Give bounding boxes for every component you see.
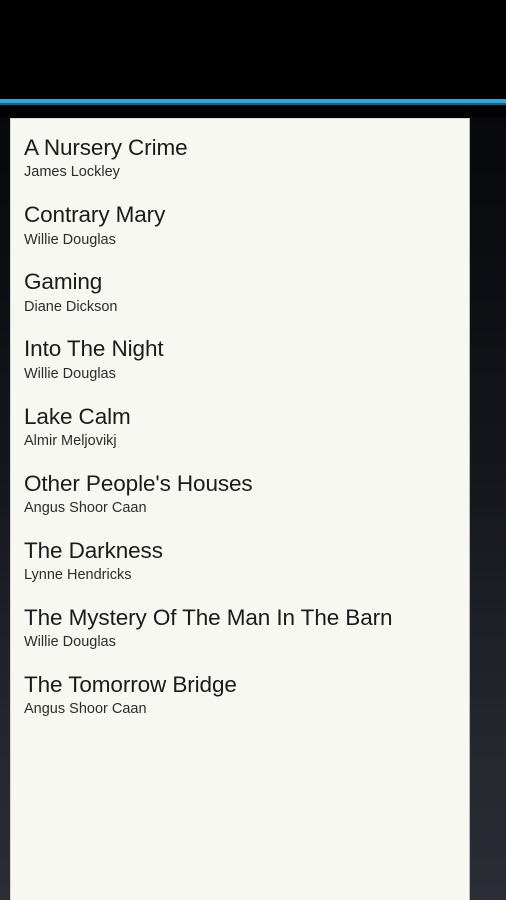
book-author: Lynne Hendricks [24, 567, 132, 584]
book-list-panel[interactable]: A Nursery Crime James Lockley Contrary Mar… [10, 118, 470, 900]
list-item[interactable]: Contrary Mary Willie Douglas [11, 192, 469, 258]
list-item[interactable]: A Nursery Crime James Lockley [11, 125, 469, 191]
book-author: Willie Douglas [24, 365, 116, 382]
book-author: Angus Shoor Caan [24, 701, 147, 718]
book-author: Willie Douglas [24, 634, 116, 651]
list-item[interactable]: Gaming Diane Dickson [11, 259, 469, 325]
book-author: Angus Shoor Caan [24, 500, 147, 517]
book-title: The Darkness [24, 537, 163, 563]
app-screen: A Nursery Crime James Lockley Contrary Mar… [0, 0, 506, 900]
list-item[interactable]: The Mystery Of The Man In The Barn Willie… [11, 595, 469, 661]
book-list[interactable]: A Nursery Crime James Lockley Contrary Mar… [11, 119, 469, 728]
book-author: Almir Meljovikj [24, 432, 117, 449]
book-title: Into The Night [24, 336, 164, 362]
book-title: The Mystery Of The Man In The Barn [24, 604, 393, 630]
book-author: James Lockley [24, 164, 120, 181]
book-author: Willie Douglas [24, 231, 116, 248]
list-item[interactable]: The Tomorrow Bridge Angus Shoor Caan [11, 662, 469, 728]
status-bar [0, 0, 506, 100]
book-title: Gaming [24, 269, 103, 295]
background-strip [471, 105, 506, 900]
book-title: Lake Calm [24, 403, 131, 429]
list-item[interactable]: Lake Calm Almir Meljovikj [11, 394, 469, 460]
book-title: Contrary Mary [24, 202, 166, 228]
book-title: Other People's Houses [24, 470, 253, 496]
book-author: Diane Dickson [24, 298, 118, 315]
list-item[interactable]: Into The Night Willie Douglas [11, 326, 469, 392]
list-item[interactable]: Other People's Houses Angus Shoor Caan [11, 461, 469, 527]
header-gap [0, 105, 506, 118]
list-item[interactable]: The Darkness Lynne Hendricks [11, 528, 469, 594]
book-title: A Nursery Crime [24, 135, 188, 160]
book-title: The Tomorrow Bridge [24, 672, 237, 697]
